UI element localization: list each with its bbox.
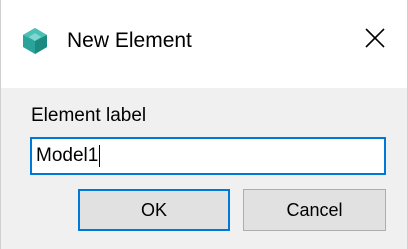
element-label-input[interactable]: Model1: [30, 137, 386, 175]
dialog-content: Element label Model1 OK Cancel: [1, 88, 407, 249]
text-caret: [99, 145, 101, 167]
ok-button[interactable]: OK: [78, 189, 230, 231]
cancel-button[interactable]: Cancel: [243, 189, 386, 231]
app-logo-icon: [21, 27, 49, 55]
close-button[interactable]: [359, 22, 391, 58]
element-label-value: Model1: [36, 145, 99, 166]
dialog-title: New Element: [67, 29, 192, 52]
new-element-dialog: New Element Element label Model1 OK Canc…: [0, 0, 408, 249]
title-bar: New Element: [1, 0, 407, 88]
close-icon: [364, 27, 386, 54]
element-label-caption: Element label: [31, 105, 147, 126]
